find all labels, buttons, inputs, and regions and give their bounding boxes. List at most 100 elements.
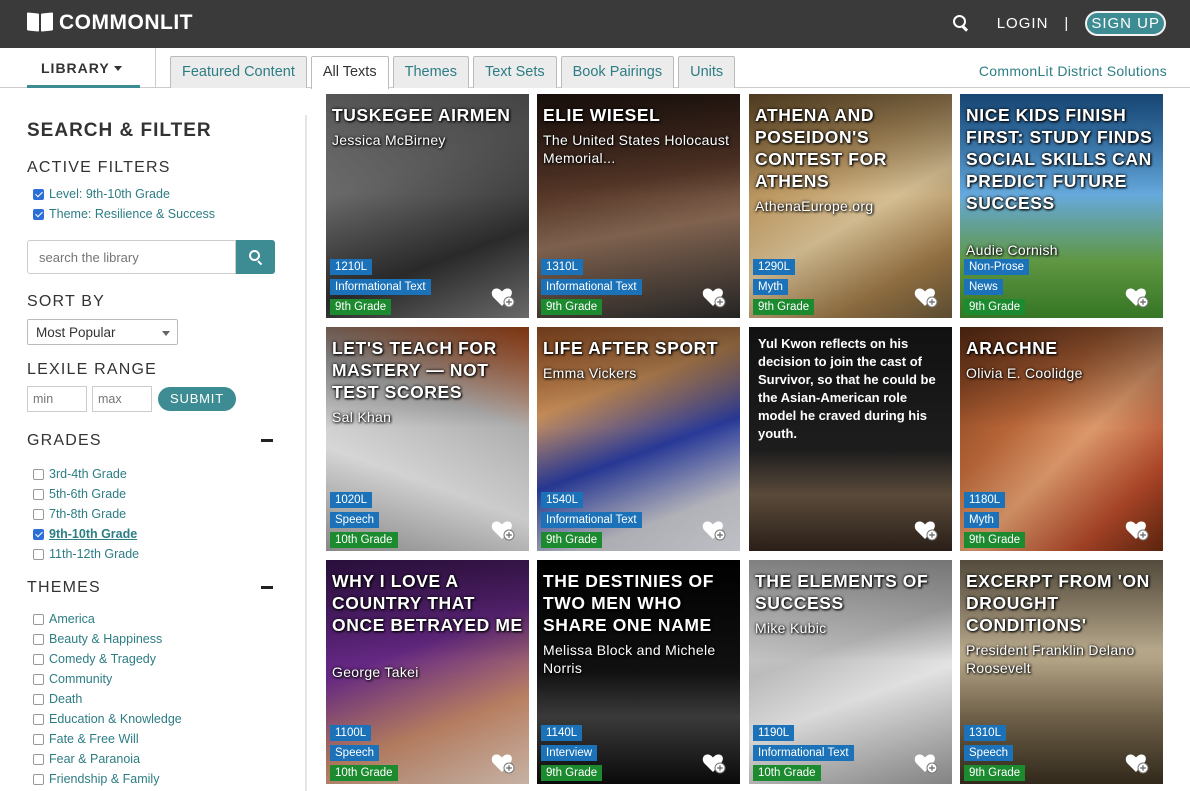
- checkbox-checked-icon[interactable]: [33, 528, 44, 540]
- favorite-heart-icon[interactable]: [1125, 519, 1149, 541]
- text-card[interactable]: THE DESTINIES OF TWO MEN WHO SHARE ONE N…: [537, 560, 740, 784]
- sort-by-heading: SORT BY: [27, 293, 106, 310]
- text-card[interactable]: THE ELEMENTS OF SUCCESS Mike Kubic 1190L…: [749, 560, 952, 784]
- text-card[interactable]: EXCERPT FROM 'ON DROUGHT CONDITIONS' Pre…: [960, 560, 1163, 784]
- theme-option[interactable]: Beauty & Happiness: [33, 632, 162, 646]
- district-solutions-link[interactable]: CommonLit District Solutions: [979, 63, 1167, 79]
- card-author: The United States Holocaust Memorial...: [543, 132, 730, 166]
- grade-badge: 9th Grade: [541, 765, 603, 781]
- checkbox-icon[interactable]: [33, 693, 44, 705]
- genre-badge: Informational Text: [541, 512, 642, 528]
- checkbox-checked-icon[interactable]: [33, 188, 44, 200]
- checkbox-icon[interactable]: [33, 613, 44, 625]
- favorite-heart-icon[interactable]: [702, 519, 726, 541]
- checkbox-icon[interactable]: [33, 713, 44, 725]
- tab-themes[interactable]: Themes: [392, 56, 469, 88]
- search-input[interactable]: [27, 240, 236, 274]
- checkbox-icon[interactable]: [33, 673, 44, 685]
- text-card[interactable]: LIFE AFTER SPORT Emma Vickers 1540L Info…: [537, 327, 740, 551]
- theme-option[interactable]: Fate & Free Will: [33, 732, 139, 746]
- favorite-heart-icon[interactable]: [1125, 286, 1149, 308]
- favorite-heart-icon[interactable]: [914, 286, 938, 308]
- lexile-badge: 1310L: [964, 725, 1006, 741]
- login-link[interactable]: LOGIN: [997, 15, 1049, 32]
- text-card[interactable]: Yul Kwon reflects on his decision to joi…: [749, 327, 952, 551]
- checkbox-icon[interactable]: [33, 548, 44, 560]
- text-card[interactable]: ATHENA AND POSEIDON'S CONTEST FOR ATHENS…: [749, 94, 952, 318]
- favorite-heart-icon[interactable]: [1125, 752, 1149, 774]
- theme-option[interactable]: Fear & Paranoia: [33, 752, 140, 766]
- checkbox-icon[interactable]: [33, 508, 44, 520]
- library-nav: LIBRARY Featured Content All Texts Theme…: [0, 48, 1190, 89]
- text-card[interactable]: ARACHNE Olivia E. Coolidge 1180L Myth 9t…: [960, 327, 1163, 551]
- search-submit-button[interactable]: [236, 240, 275, 274]
- tab-units[interactable]: Units: [678, 56, 736, 88]
- library-tabs: Featured Content All Texts Themes Text S…: [170, 56, 739, 89]
- commonlit-logo[interactable]: COMMONLIT: [27, 11, 193, 35]
- checkbox-icon[interactable]: [33, 773, 44, 785]
- theme-option[interactable]: Community: [33, 672, 112, 686]
- favorite-heart-icon[interactable]: [702, 752, 726, 774]
- text-card[interactable]: NICE KIDS FINISH FIRST: STUDY FINDS SOCI…: [960, 94, 1163, 318]
- checkbox-icon[interactable]: [33, 633, 44, 645]
- favorite-heart-icon[interactable]: [491, 519, 515, 541]
- grade-option[interactable]: 5th-6th Grade: [33, 487, 126, 501]
- theme-option[interactable]: America: [33, 612, 95, 626]
- favorite-heart-icon[interactable]: [491, 286, 515, 308]
- card-title: EXCERPT FROM 'ON DROUGHT CONDITIONS': [966, 571, 1150, 635]
- lexile-badge: 1540L: [541, 492, 583, 508]
- card-title: ELIE WIESEL: [543, 105, 661, 125]
- tab-all-texts[interactable]: All Texts: [310, 56, 389, 89]
- grade-option[interactable]: 7th-8th Grade: [33, 507, 126, 521]
- checkbox-icon[interactable]: [33, 733, 44, 745]
- library-dropdown[interactable]: LIBRARY: [27, 60, 140, 88]
- tab-text-sets[interactable]: Text Sets: [472, 56, 557, 88]
- checkbox-icon[interactable]: [33, 488, 44, 500]
- active-filter-level[interactable]: Level: 9th-10th Grade: [33, 187, 170, 201]
- checkbox-icon[interactable]: [33, 653, 44, 665]
- favorite-heart-icon[interactable]: [491, 752, 515, 774]
- sort-select[interactable]: Most Popular: [27, 319, 178, 345]
- collapse-minus-icon[interactable]: [261, 439, 273, 442]
- grade-option-selected[interactable]: 9th-10th Grade: [33, 527, 137, 541]
- genre-badge: Informational Text: [753, 745, 854, 761]
- lexile-submit-button[interactable]: SUBMIT: [158, 387, 236, 411]
- theme-option[interactable]: Education & Knowledge: [33, 712, 182, 726]
- lexile-min-input[interactable]: [27, 386, 87, 412]
- brand-name: COMMONLIT: [59, 11, 193, 34]
- grade-badge: 9th Grade: [541, 299, 603, 315]
- card-author: Emma Vickers: [543, 365, 637, 381]
- theme-option[interactable]: Death: [33, 692, 82, 706]
- tab-book-pairings[interactable]: Book Pairings: [560, 56, 675, 88]
- grade-option[interactable]: 3rd-4th Grade: [33, 467, 127, 481]
- caret-down-icon: [113, 66, 122, 71]
- tab-featured-content[interactable]: Featured Content: [170, 56, 307, 88]
- genre-badge: News: [964, 279, 1003, 295]
- checkbox-icon[interactable]: [33, 468, 44, 480]
- grade-badge: 10th Grade: [753, 765, 821, 781]
- text-card[interactable]: WHY I LOVE A COUNTRY THAT ONCE BETRAYED …: [326, 560, 529, 784]
- theme-option[interactable]: Comedy & Tragedy: [33, 652, 156, 666]
- checkbox-icon[interactable]: [33, 753, 44, 765]
- text-card[interactable]: TUSKEGEE AIRMEN Jessica McBirney 1210L I…: [326, 94, 529, 318]
- search-icon[interactable]: [952, 14, 970, 32]
- favorite-heart-icon[interactable]: [914, 752, 938, 774]
- favorite-heart-icon[interactable]: [702, 286, 726, 308]
- grade-option[interactable]: 11th-12th Grade: [33, 547, 139, 561]
- checkbox-checked-icon[interactable]: [33, 208, 44, 220]
- card-title: THE DESTINIES OF TWO MEN WHO SHARE ONE N…: [543, 571, 715, 635]
- card-title: LIFE AFTER SPORT: [543, 338, 719, 358]
- collapse-minus-icon[interactable]: [261, 586, 273, 589]
- text-card[interactable]: ELIE WIESEL The United States Holocaust …: [537, 94, 740, 318]
- favorite-heart-icon[interactable]: [914, 519, 938, 541]
- text-card[interactable]: LET'S TEACH FOR MASTERY — NOT TEST SCORE…: [326, 327, 529, 551]
- lexile-badge: 1100L: [330, 725, 372, 741]
- genre-badge: Myth: [753, 279, 788, 295]
- active-filter-theme[interactable]: Theme: Resilience & Success: [33, 207, 215, 221]
- lexile-max-input[interactable]: [92, 386, 152, 412]
- card-author: Jessica McBirney: [332, 132, 446, 148]
- signup-button[interactable]: SIGN UP: [1085, 10, 1166, 36]
- theme-option[interactable]: Friendship & Family: [33, 772, 159, 786]
- genre-badge: Informational Text: [330, 279, 431, 295]
- genre-badge: Myth: [964, 512, 999, 528]
